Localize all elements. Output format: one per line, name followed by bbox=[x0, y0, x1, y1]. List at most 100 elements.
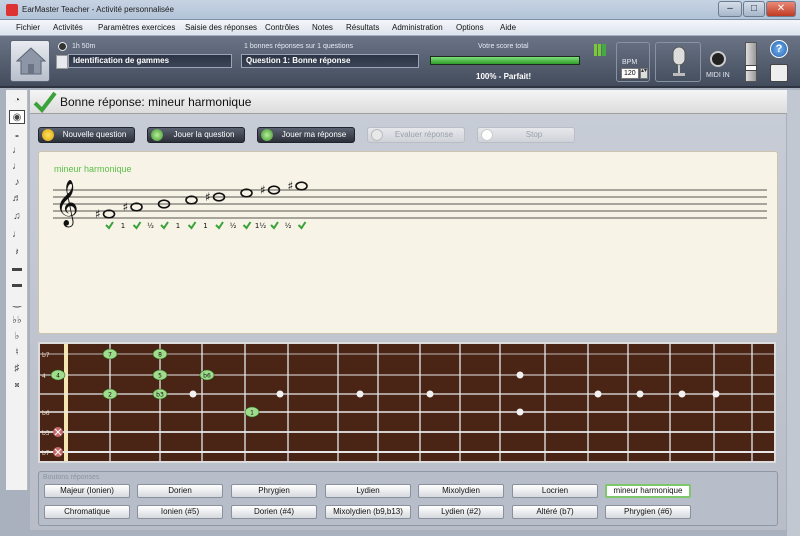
svg-text:1: 1 bbox=[250, 410, 254, 417]
svg-text:♯: ♯ bbox=[95, 207, 101, 221]
bpm-input[interactable]: 120 bbox=[621, 68, 639, 79]
double-sharp-icon[interactable]: 𝄪 bbox=[9, 378, 25, 392]
house-icon bbox=[15, 47, 47, 75]
string-label: b3 bbox=[42, 430, 50, 437]
flat-icon[interactable]: ♭ bbox=[9, 330, 25, 344]
title-bar: EarMaster Teacher - Activité personnalis… bbox=[0, 0, 800, 20]
volume-slider[interactable] bbox=[745, 42, 757, 82]
maximize-button[interactable]: □ bbox=[743, 1, 765, 17]
string-label: b7 bbox=[42, 450, 50, 457]
stop-button[interactable]: Stop bbox=[477, 127, 575, 143]
bpm-stepper[interactable]: ▴▾ bbox=[640, 68, 648, 79]
menu-aide[interactable]: Aide bbox=[500, 23, 516, 32]
svg-text:8: 8 bbox=[158, 352, 162, 359]
score-label: Votre score total bbox=[478, 43, 529, 50]
midi-icon bbox=[710, 51, 726, 67]
tuplet-icon[interactable]: ♫ bbox=[9, 210, 25, 224]
menu-fichier[interactable]: Fichier bbox=[16, 23, 40, 32]
menu-options[interactable]: Options bbox=[456, 23, 484, 32]
half-rest-icon[interactable]: ▬ bbox=[9, 278, 25, 292]
tie-icon[interactable]: ‿ bbox=[9, 296, 25, 310]
answer-button[interactable]: Ionien (#5) bbox=[137, 505, 223, 519]
menu-notes[interactable]: Notes bbox=[312, 23, 333, 32]
rest-icon[interactable]: 𝄽 bbox=[9, 246, 25, 260]
metronome-icon[interactable] bbox=[655, 42, 701, 82]
answer-button[interactable]: Phrygien bbox=[231, 484, 317, 498]
answer-button[interactable]: Altéré (b7) bbox=[512, 505, 598, 519]
eye-icon[interactable]: ◉ bbox=[9, 110, 25, 124]
answer-button[interactable]: Dorien (#4) bbox=[231, 505, 317, 519]
answer-button[interactable]: Chromatique bbox=[44, 505, 130, 519]
svg-text:♯: ♯ bbox=[123, 200, 129, 214]
evaluate-check-icon bbox=[371, 129, 383, 141]
play-answer-button[interactable]: Jouer ma réponse bbox=[257, 127, 355, 143]
menu-resultats[interactable]: Résultats bbox=[346, 23, 379, 32]
minimize-button[interactable]: – bbox=[718, 1, 742, 17]
keyboard-input-icon[interactable]: ◔ bbox=[9, 94, 25, 108]
answer-button[interactable]: Mixolydien (b9,b13) bbox=[325, 505, 411, 519]
note-marker[interactable]: 1 bbox=[244, 406, 260, 418]
natural-icon[interactable]: ♮ bbox=[9, 346, 25, 360]
half-note-icon[interactable]: ♩ bbox=[9, 144, 25, 158]
answer-button[interactable]: mineur harmonique bbox=[605, 484, 691, 498]
treble-clef-icon: 𝄞 bbox=[55, 180, 79, 228]
interval-label: ½ bbox=[147, 222, 154, 230]
staff-notation: 𝄞 ♯ ♯♯ ♯ ♯ 1 ½ 1 1 ½ 1½ ½ bbox=[53, 179, 767, 230]
interval-label: ½ bbox=[285, 222, 292, 230]
correct-check-icon bbox=[132, 221, 142, 230]
menu-activites[interactable]: Activités bbox=[53, 23, 83, 32]
dotted-note-icon[interactable]: ♩ bbox=[9, 228, 25, 242]
piano-keyboard-icon[interactable] bbox=[770, 64, 788, 82]
inlay-dot bbox=[594, 390, 602, 398]
whole-note-icon[interactable]: 𝅝 bbox=[9, 128, 25, 142]
play-answer-icon bbox=[261, 129, 273, 141]
answer-button[interactable]: Majeur (Ionien) bbox=[44, 484, 130, 498]
help-button[interactable]: ? bbox=[770, 40, 788, 58]
quarter-note-icon[interactable]: ♩ bbox=[9, 160, 25, 174]
double-flat-icon[interactable]: ♭♭ bbox=[9, 314, 25, 328]
correct-check-icon bbox=[270, 221, 279, 230]
note-marker[interactable]: 8 bbox=[152, 348, 168, 360]
evaluate-button[interactable]: Evaluer réponse bbox=[367, 127, 465, 143]
answer-button[interactable]: Dorien bbox=[137, 484, 223, 498]
new-question-button[interactable]: Nouvelle question bbox=[38, 127, 135, 143]
sixteenth-note-icon[interactable]: ♬ bbox=[9, 192, 25, 206]
equalizer-icon bbox=[594, 44, 606, 56]
volume-slider-handle[interactable] bbox=[745, 65, 757, 71]
note-marker[interactable]: 2 bbox=[102, 388, 118, 400]
note-marker[interactable]: b3 bbox=[152, 388, 168, 400]
svg-text:5: 5 bbox=[158, 373, 162, 380]
menu-parametres[interactable]: Paramètres exercices bbox=[98, 23, 175, 32]
note-marker[interactable]: 7 bbox=[102, 348, 118, 360]
menu-administration[interactable]: Administration bbox=[392, 23, 443, 32]
play-icon bbox=[151, 129, 163, 141]
staff-panel: mineur harmonique 𝄞 ♯ ♯ ♯ ♯ ♯ 1 ½ 1 1 ½ 1½ ½ bbox=[38, 151, 778, 334]
inlay-dot bbox=[516, 408, 524, 416]
note-marker[interactable]: 5 bbox=[152, 369, 168, 381]
correct-check-icon bbox=[160, 221, 169, 230]
menu-controles[interactable]: Contrôles bbox=[265, 23, 299, 32]
note-marker[interactable]: 4 bbox=[50, 369, 66, 381]
play-question-button[interactable]: Jouer la question bbox=[147, 127, 245, 143]
answer-button[interactable]: Lydien bbox=[325, 484, 411, 498]
menu-saisie[interactable]: Saisie des réponses bbox=[185, 23, 257, 32]
whole-rest-icon[interactable]: ▬ bbox=[9, 262, 25, 276]
scale-notes: ♯ ♯ ♯ ♯ ♯ bbox=[95, 179, 308, 221]
check-icon bbox=[33, 91, 57, 113]
eighth-note-icon[interactable]: ♪ bbox=[9, 176, 25, 190]
answer-button[interactable]: Mixolydien bbox=[418, 484, 504, 498]
guitar-fretboard[interactable]: b7 4 b6 b3 b7 7 8 4 5 b6 2 b3 1 bbox=[38, 342, 776, 463]
sharp-icon[interactable]: ♯ bbox=[9, 362, 25, 376]
home-button[interactable] bbox=[10, 40, 50, 82]
close-button[interactable]: ✕ bbox=[766, 1, 796, 17]
svg-text:b6: b6 bbox=[203, 373, 211, 380]
answer-button[interactable]: Phrygien (#6) bbox=[605, 505, 691, 519]
app-icon bbox=[6, 4, 18, 16]
note-marker[interactable]: b6 bbox=[199, 369, 215, 381]
answer-button[interactable]: Locrien bbox=[512, 484, 598, 498]
right-scrollbar[interactable] bbox=[787, 90, 800, 536]
interval-label: 1 bbox=[203, 222, 207, 230]
score-text: 100% - Parfait! bbox=[476, 72, 532, 81]
scale-note: ♯ bbox=[288, 179, 308, 193]
answer-button[interactable]: Lydien (#2) bbox=[418, 505, 504, 519]
